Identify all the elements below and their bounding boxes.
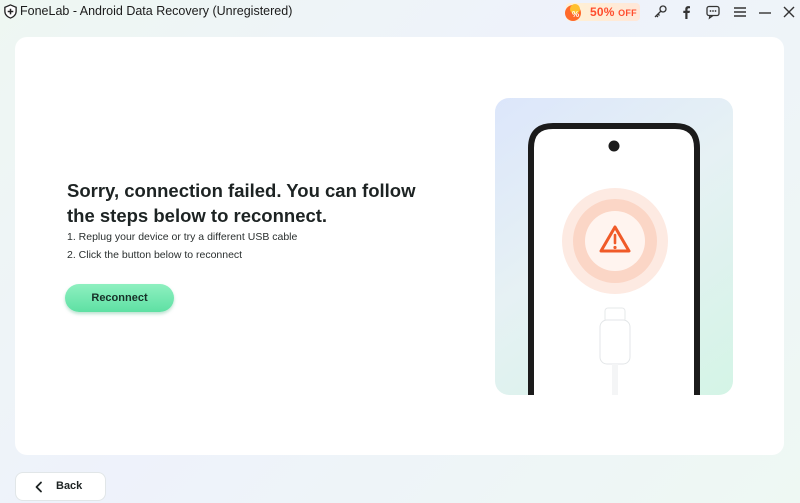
menu-icon[interactable] xyxy=(731,3,749,21)
connection-failed-illustration xyxy=(495,98,733,395)
title-bar: FoneLab - Android Data Recovery (Unregis… xyxy=(0,0,800,24)
chat-icon[interactable] xyxy=(704,3,722,21)
phone-illustration xyxy=(528,123,700,395)
fonelab-logo-icon xyxy=(4,4,17,19)
phone-camera xyxy=(608,140,620,152)
svg-text:%: % xyxy=(572,10,579,19)
facebook-icon[interactable] xyxy=(677,3,695,21)
main-panel: Sorry, connection failed. You can follow… xyxy=(15,37,784,455)
step-2: 2. Click the button below to reconnect xyxy=(67,249,243,261)
step-1: 1. Replug your device or try a different… xyxy=(67,231,298,243)
window-title: FoneLab - Android Data Recovery (Unregis… xyxy=(20,4,293,18)
back-button[interactable]: Back xyxy=(15,472,106,501)
discount-tag-icon: % xyxy=(565,4,581,21)
reconnect-button[interactable]: Reconnect xyxy=(65,284,174,312)
promo-badge[interactable]: % 50% OFF xyxy=(565,3,640,21)
close-icon[interactable] xyxy=(780,3,798,21)
chevron-left-icon xyxy=(35,481,42,493)
minimize-icon[interactable] xyxy=(756,3,774,21)
back-label: Back xyxy=(56,480,83,492)
promo-discount: 50% xyxy=(590,5,615,19)
key-icon[interactable] xyxy=(651,3,669,21)
promo-text: 50% OFF xyxy=(590,5,637,19)
error-heading: Sorry, connection failed. You can follow… xyxy=(67,180,416,226)
promo-suffix: OFF xyxy=(618,8,637,18)
